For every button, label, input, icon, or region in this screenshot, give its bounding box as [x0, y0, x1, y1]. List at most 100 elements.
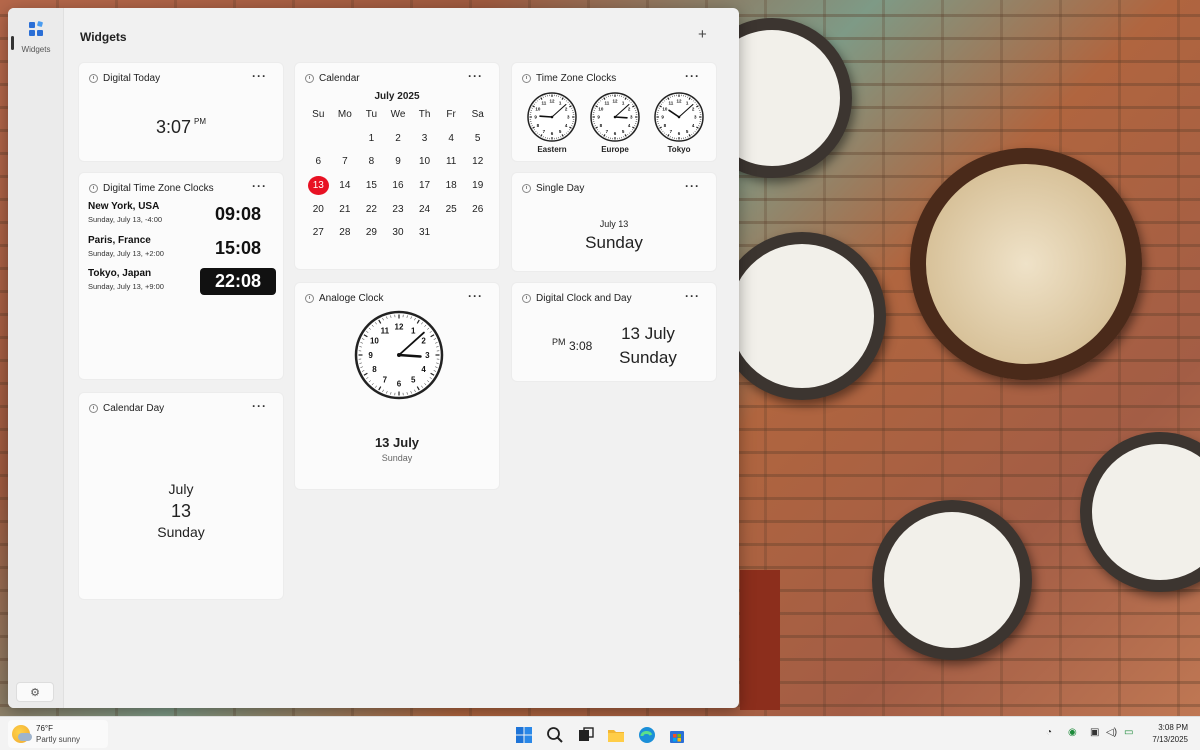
system-date: 7/13/2025 — [1152, 735, 1188, 744]
calendar-day[interactable]: 14 — [332, 174, 359, 198]
calendar-day[interactable]: 3 — [411, 127, 438, 151]
weather-condition: Partly sunny — [36, 735, 81, 744]
calendar-empty-cell — [305, 127, 332, 151]
clock-ampm: PM — [552, 337, 566, 347]
settings-button[interactable]: ⚙ — [16, 682, 54, 702]
calendar-day[interactable]: 24 — [411, 197, 438, 221]
clock-icon — [89, 74, 98, 83]
widget-header: Digital Time Zone Clocks — [89, 183, 214, 194]
sidebar-item-widgets[interactable]: Widgets — [14, 20, 58, 54]
tz-clock-label: Europe — [601, 145, 629, 154]
calendar-day[interactable]: 1 — [358, 127, 385, 151]
widget-title: Digital Time Zone Clocks — [103, 183, 214, 194]
clock-numeral: 9 — [368, 351, 373, 360]
clock-numeral: 12 — [549, 98, 555, 103]
calendar-day[interactable]: 15 — [358, 174, 385, 198]
gear-icon: ⚙ — [30, 686, 40, 699]
more-options-button[interactable]: ··· — [252, 179, 267, 193]
task-view-icon[interactable] — [577, 726, 595, 744]
calendar-day[interactable]: 31 — [411, 221, 438, 245]
partly-sunny-icon — [12, 725, 32, 743]
calendar-day[interactable]: 19 — [464, 174, 491, 198]
calendar-day-today[interactable]: 13 — [305, 174, 332, 198]
widget-calendar[interactable]: Calendar ··· July 2025 Su Mo Tu We Th Fr Sa 1 2 3… — [294, 62, 500, 270]
clock-day: Sunday — [619, 348, 677, 367]
weekday-header: Th — [418, 109, 431, 121]
widgets-tray-icon[interactable]: ◔ — [1046, 727, 1052, 738]
clock-numeral: 12 — [676, 98, 682, 103]
store-icon[interactable] — [668, 726, 686, 744]
more-options-button[interactable]: ··· — [685, 69, 700, 83]
widget-header: Single Day — [522, 183, 584, 194]
calendar-day[interactable]: 23 — [385, 197, 412, 221]
weather-temp: 76°F — [36, 724, 53, 733]
add-widget-button[interactable]: + — [698, 26, 707, 43]
wall-clock — [872, 500, 1032, 660]
calendar-day[interactable]: 12 — [464, 150, 491, 174]
widgets-panel: Widgets ⚙ Widgets + Digital Today ··· 3:… — [8, 8, 739, 708]
clock-numeral: 10 — [535, 106, 541, 111]
calendar-day[interactable]: 21 — [332, 197, 359, 221]
calendar-day[interactable]: 28 — [332, 221, 359, 245]
clock-center — [677, 115, 681, 119]
more-options-button[interactable]: ··· — [685, 289, 700, 303]
battery-icon[interactable]: ▭ — [1124, 727, 1133, 738]
widget-single-day[interactable]: Single Day ··· July 13 Sunday — [511, 172, 717, 272]
search-icon[interactable] — [546, 726, 564, 744]
today-marker: 13 — [307, 176, 329, 196]
calendar-day[interactable]: 30 — [385, 221, 412, 245]
system-clock[interactable]: 3:08 PM 7/13/2025 — [1152, 722, 1188, 746]
weather-widget[interactable]: 76°F Partly sunny — [8, 720, 108, 748]
more-options-button[interactable]: ··· — [468, 289, 483, 303]
calendar-day[interactable]: 9 — [385, 150, 412, 174]
weekday-header: We — [390, 109, 406, 121]
calendar-day[interactable]: 22 — [358, 197, 385, 221]
calendar-day[interactable]: 6 — [305, 150, 332, 174]
analog-clock-face: 1234567891011 12 — [354, 310, 444, 400]
calendar-day[interactable]: 5 — [464, 127, 491, 151]
calendar-day[interactable]: 18 — [438, 174, 465, 198]
security-icon[interactable]: ◉ — [1068, 727, 1077, 738]
widget-time-zone-clocks[interactable]: Time Zone Clocks ··· 1 2 3 4 5 6 7 8 9 10 11 12 123… — [511, 62, 717, 162]
volume-icon[interactable]: ◁) — [1106, 727, 1117, 738]
more-options-button[interactable]: ··· — [468, 69, 483, 83]
widgets-sidebar: Widgets ⚙ — [8, 8, 64, 708]
calendar-day[interactable]: 25 — [438, 197, 465, 221]
clock-numeral: 8 — [372, 365, 377, 374]
hour-hand — [539, 115, 553, 118]
widget-header: Digital Clock and Day — [522, 293, 632, 304]
clock-icon — [89, 404, 98, 413]
widget-digital-time-zone-clocks[interactable]: Digital Time Zone Clocks ··· New York, U… — [78, 172, 284, 380]
widget-digital-clock-and-day[interactable]: Digital Clock and Day ··· PM 3:08 13 Jul… — [511, 282, 717, 382]
panel-title: Widgets — [80, 30, 127, 44]
calendar-day[interactable]: 8 — [358, 150, 385, 174]
widget-title: Digital Clock and Day — [536, 293, 632, 304]
calendar-day[interactable]: 11 — [438, 150, 465, 174]
widget-calendar-day[interactable]: Calendar Day ··· July 13 Sunday — [78, 392, 284, 600]
calendar-day[interactable]: 29 — [358, 221, 385, 245]
network-icon[interactable]: ▣ — [1090, 727, 1099, 738]
calendar-day[interactable]: 16 — [385, 174, 412, 198]
more-options-button[interactable]: ··· — [685, 179, 700, 193]
more-options-button[interactable]: ··· — [252, 399, 267, 413]
clock-numeral: 4 — [421, 365, 426, 374]
widget-digital-today[interactable]: Digital Today ··· 3:07 PM — [78, 62, 284, 162]
widget-analog-clock[interactable]: Analoge Clock ··· 1 2 3 4 5 6 7 8 9 10 11 12 13 Jul… — [294, 282, 500, 490]
widget-header: Time Zone Clocks — [522, 73, 616, 84]
calendar-day[interactable]: 17 — [411, 174, 438, 198]
edge-browser-icon[interactable] — [638, 726, 656, 744]
calendar-day[interactable]: 4 — [438, 127, 465, 151]
calendar-day[interactable]: 2 — [385, 127, 412, 151]
clock-numeral: 12 — [395, 323, 404, 332]
time-value: 3:07 — [155, 117, 192, 137]
calendar-day[interactable]: 20 — [305, 197, 332, 221]
digital-time: 3:07 PM — [79, 117, 283, 138]
calendar-day[interactable]: 27 — [305, 221, 332, 245]
calendar-day[interactable]: 7 — [332, 150, 359, 174]
start-icon[interactable] — [515, 726, 533, 744]
calendar-day[interactable]: 26 — [464, 197, 491, 221]
calendar-day[interactable]: 10 — [411, 150, 438, 174]
more-options-button[interactable]: ··· — [252, 69, 267, 83]
file-explorer-icon[interactable] — [607, 726, 625, 744]
clock-numeral: 1 — [411, 326, 416, 335]
